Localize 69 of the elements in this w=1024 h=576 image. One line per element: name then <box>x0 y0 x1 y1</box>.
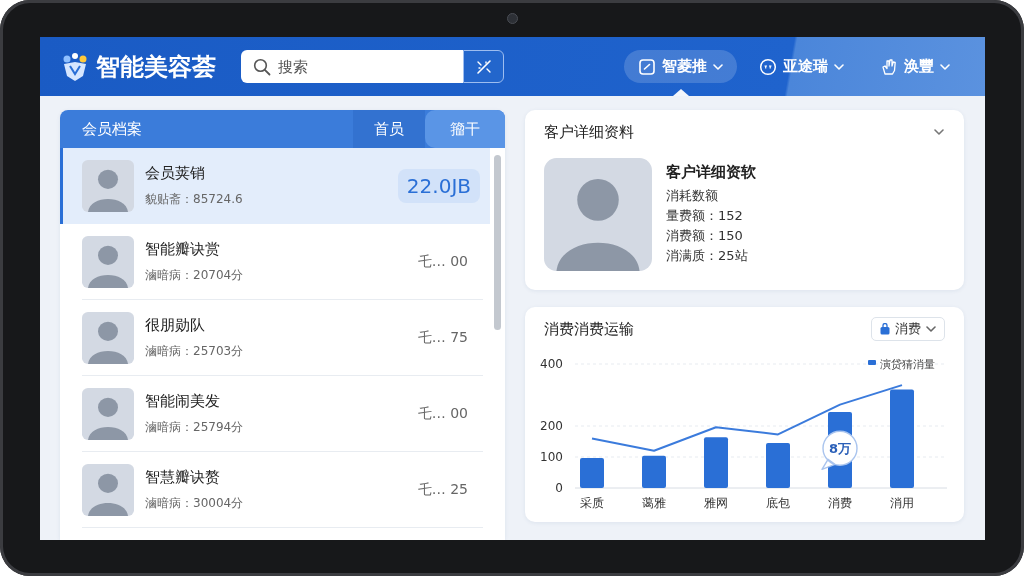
y-axis-label: 400 <box>540 357 563 371</box>
y-axis-label: 100 <box>540 450 563 464</box>
nav-menu-button[interactable]: 亚途瑞 <box>745 50 858 83</box>
member-value: 乇… 00 <box>417 253 468 271</box>
legend-swatch-icon <box>868 360 876 365</box>
customer-name: 客户详细资软 <box>666 162 756 183</box>
chevron-down-icon <box>834 63 844 70</box>
callout-label: 8万 <box>829 441 851 457</box>
member-row[interactable]: 会员荚销 貌贴斋：85724.6 22.0JB <box>60 148 490 224</box>
filter-dropdown[interactable]: 消费 <box>871 317 945 341</box>
member-name: 智能闹美发 <box>145 392 221 411</box>
legend-label: 演贷猜消量 <box>880 358 935 371</box>
hand-icon <box>880 57 898 76</box>
chevron-down-icon <box>713 63 723 70</box>
detail-line: 量费额：152 <box>666 207 744 225</box>
chevron-down-icon <box>934 129 944 135</box>
avatar-placeholder <box>82 388 134 440</box>
x-axis-label: 底包 <box>766 496 790 510</box>
search-icon <box>253 58 271 76</box>
y-axis-label: 200 <box>540 419 563 433</box>
member-detail: 滷暗病：30004分 <box>145 495 245 512</box>
member-detail: 貌贴斋：85724.6 <box>145 191 244 208</box>
pointer-icon <box>672 89 689 96</box>
detail-line: 消满质：25站 <box>666 247 749 265</box>
chart-bar <box>704 437 728 488</box>
member-name: 智慧瓣诀赘 <box>145 468 221 487</box>
app-logo-text: 智能美容荟 <box>96 51 216 83</box>
member-detail: 滷暗病：25703分 <box>145 343 245 360</box>
detail-line: 消耗数额 <box>666 187 719 205</box>
y-axis-label: 0 <box>555 481 563 495</box>
x-axis-label: 消用 <box>890 496 914 510</box>
avatar-placeholder <box>82 160 134 212</box>
collapse-button[interactable] <box>934 129 944 135</box>
lock-icon <box>880 323 890 335</box>
tab[interactable]: 首员 <box>353 110 425 148</box>
card-title: 消费消费运输 <box>544 319 634 339</box>
member-detail: 滷暗病：25794分 <box>145 419 245 436</box>
nav-menu-button[interactable]: 智菱推 <box>624 50 737 83</box>
search-field[interactable]: 搜索 <box>241 50 463 83</box>
magic-search-button[interactable] <box>463 50 504 83</box>
x-axis-label: 雅网 <box>704 496 728 510</box>
card-title: 客户详细资料 <box>544 122 634 142</box>
chart-bar <box>580 457 604 488</box>
wand-icon <box>474 57 493 76</box>
x-axis-label: 采质 <box>580 496 604 510</box>
value-badge: 22.0JB <box>397 169 480 203</box>
x-axis-label: 蔼雅 <box>642 496 666 510</box>
panel-title: 会员档案 <box>82 119 143 139</box>
face-icon <box>759 57 777 76</box>
member-name: 智能瓣诀赏 <box>145 240 221 259</box>
avatar-placeholder <box>82 464 134 516</box>
avatar-placeholder <box>82 236 134 288</box>
chart-bar <box>642 455 666 488</box>
tablet-icon <box>638 57 656 76</box>
chevron-down-icon <box>940 63 950 70</box>
detail-line: 消费额：150 <box>666 227 744 245</box>
chart-bar <box>766 443 790 488</box>
member-name: 很朋勋队 <box>145 316 206 335</box>
member-detail: 滷暗病：20704分 <box>145 267 245 284</box>
member-value: 乇… 00 <box>417 405 468 423</box>
camera-icon <box>507 13 518 24</box>
avatar-placeholder <box>82 312 134 364</box>
chevron-down-icon <box>926 326 936 332</box>
member-value: 乇… 75 <box>417 329 468 347</box>
x-axis-label: 消费 <box>828 496 852 510</box>
member-name: 会员荚销 <box>145 164 206 183</box>
callout-bubble <box>821 430 858 470</box>
scrollbar-thumb[interactable] <box>494 155 501 330</box>
member-value: 乇… 25 <box>417 481 468 499</box>
